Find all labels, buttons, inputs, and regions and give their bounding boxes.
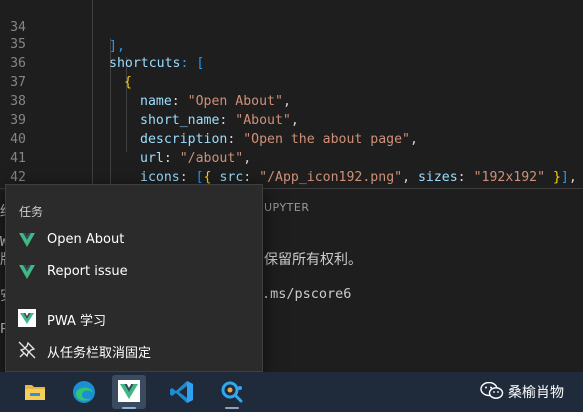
taskbar: 桑榆肖物 bbox=[0, 372, 583, 412]
unpin-from-taskbar-item[interactable]: 从任务栏取消固定 bbox=[6, 335, 262, 365]
code-line: 38 short_name: "About", bbox=[0, 73, 583, 128]
terminal-link[interactable]: .ms/pscore6 bbox=[262, 286, 351, 302]
jump-list-app-pwa[interactable]: PWA 学习 bbox=[6, 303, 262, 333]
vue-logo-icon bbox=[18, 263, 36, 281]
file-explorer-icon bbox=[24, 382, 46, 406]
code-editor[interactable]: 34 ], 35 shortcuts: [ 36 { 37 name: "Ope… bbox=[0, 0, 583, 188]
code-line: 41 icons: [{ src: "/App_icon192.png", si… bbox=[0, 130, 583, 185]
watermark-text: 桑榆肖物 bbox=[508, 385, 564, 401]
unpin-label: 从任务栏取消固定 bbox=[47, 346, 152, 361]
code-line: 39 description: "Open the about page", bbox=[0, 92, 583, 147]
pwa-app-icon bbox=[18, 309, 36, 327]
running-app-indicator bbox=[225, 407, 239, 409]
unpin-icon bbox=[18, 341, 36, 359]
terminal-text: 保留所有权利。 bbox=[264, 252, 362, 268]
code-line: 35 shortcuts: [ bbox=[0, 16, 583, 71]
taskbar-search-app[interactable] bbox=[215, 375, 249, 409]
jump-list-task-open-about[interactable]: Open About bbox=[6, 225, 262, 255]
taskbar-jump-list: 任务 Open About Report issue PWA 学习 从任务栏取消… bbox=[5, 184, 263, 372]
taskbar-edge[interactable] bbox=[67, 375, 101, 409]
tab-jupyter[interactable]: UPYTER bbox=[264, 201, 309, 214]
code-line: 37 name: "Open About", bbox=[0, 54, 583, 109]
vue-logo-icon bbox=[18, 231, 36, 249]
code-line: 40 url: "/about", bbox=[0, 111, 583, 166]
taskbar-vue-pwa[interactable] bbox=[112, 375, 146, 409]
jump-list-section-title: 任务 bbox=[19, 205, 44, 219]
vscode-icon bbox=[170, 380, 194, 408]
vue-pwa-icon bbox=[118, 380, 140, 406]
code-line: 36 { bbox=[0, 35, 583, 90]
wechat-icon bbox=[480, 381, 504, 404]
taskbar-file-explorer[interactable] bbox=[18, 375, 52, 409]
code-line: 42 }, bbox=[0, 149, 583, 185]
taskbar-vscode[interactable] bbox=[165, 375, 199, 409]
jump-list-task-report-issue[interactable]: Report issue bbox=[6, 257, 262, 287]
app-search-icon bbox=[220, 380, 244, 408]
active-app-indicator bbox=[122, 407, 136, 409]
jump-list-app-label: PWA 学习 bbox=[47, 314, 107, 329]
edge-icon bbox=[72, 380, 96, 408]
jump-list-task-label: Open About bbox=[47, 232, 125, 247]
jump-list-task-label: Report issue bbox=[47, 264, 128, 279]
